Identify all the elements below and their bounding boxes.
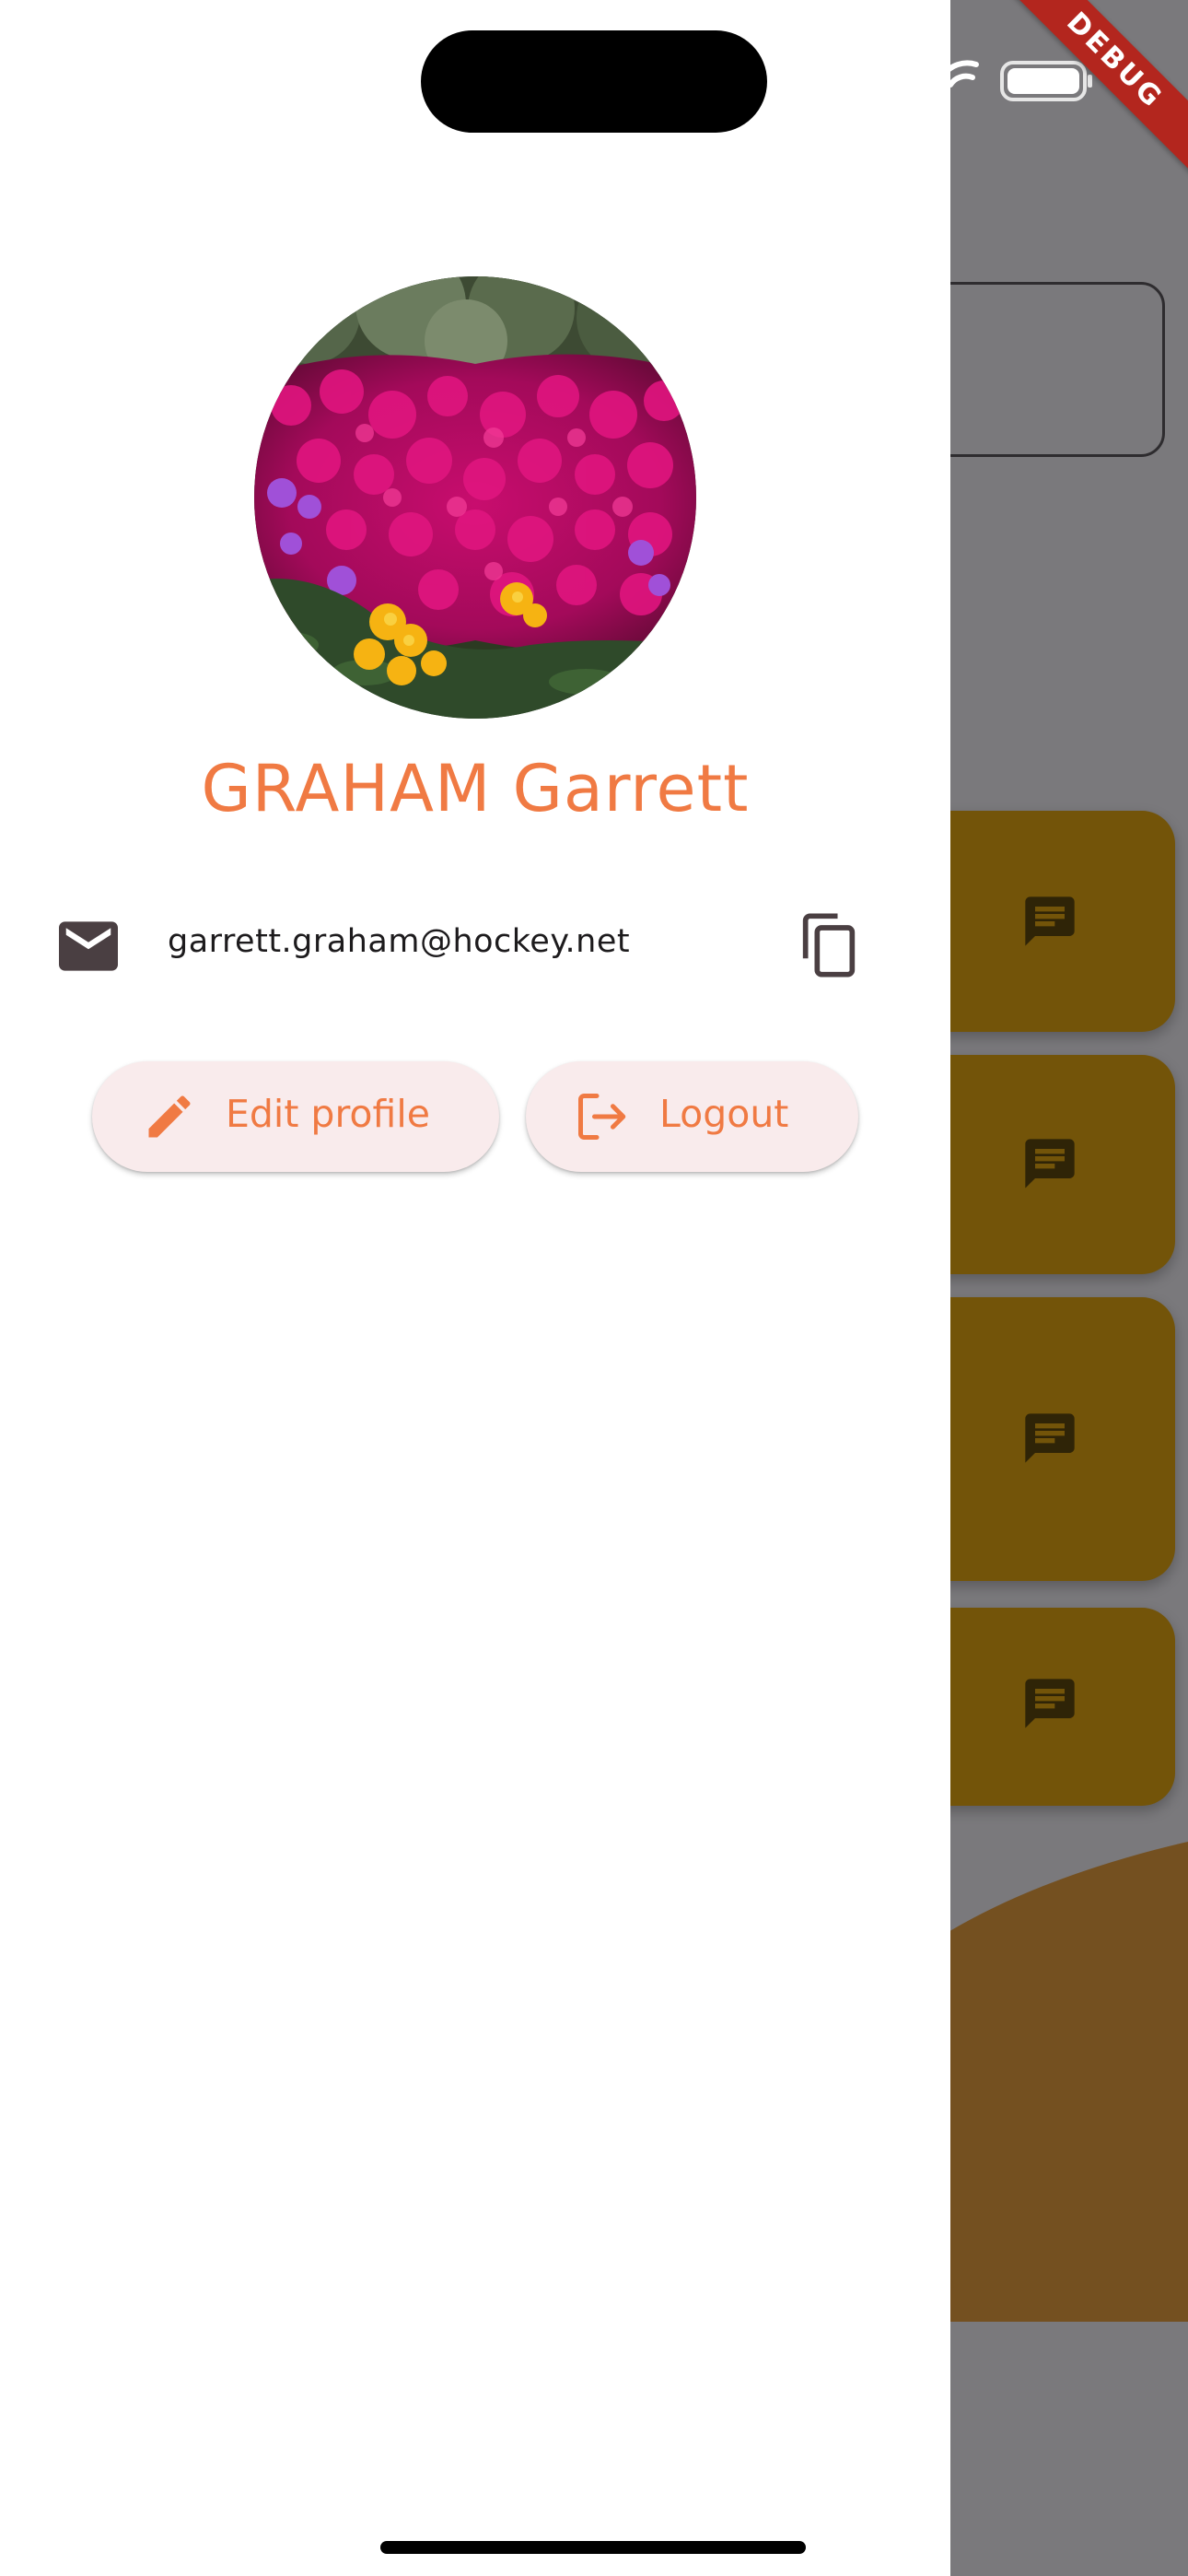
- edit-profile-button[interactable]: Edit profile: [92, 1061, 499, 1172]
- chat-icon: [1025, 1679, 1075, 1728]
- flower-garden-photo: [254, 276, 696, 719]
- pencil-icon: [148, 1095, 191, 1138]
- chat-icon: [1025, 896, 1075, 946]
- chat-icon: [1025, 1413, 1075, 1463]
- home-indicator[interactable]: [380, 2541, 806, 2554]
- chat-icon: [1025, 1139, 1075, 1188]
- logout-label: Logout: [659, 1092, 789, 1136]
- profile-name: GRAHAM Garrett: [201, 751, 750, 826]
- profile-drawer: GRAHAM Garrett garrett.graham@hockey.net…: [0, 0, 950, 2576]
- dynamic-island: [421, 30, 767, 133]
- battery-icon: [1000, 61, 1092, 101]
- screen: DEBUG GRAHAM Garrett garrett.graham@hock…: [0, 0, 1188, 2576]
- mail-icon: [59, 921, 118, 971]
- logout-icon: [578, 1094, 626, 1140]
- email-address: garrett.graham@hockey.net: [168, 923, 631, 960]
- edit-profile-label: Edit profile: [226, 1092, 430, 1136]
- email-row: garrett.graham@hockey.net: [0, 894, 950, 995]
- logout-button[interactable]: Logout: [526, 1061, 858, 1172]
- avatar[interactable]: [254, 276, 696, 719]
- copy-icon[interactable]: [794, 910, 864, 980]
